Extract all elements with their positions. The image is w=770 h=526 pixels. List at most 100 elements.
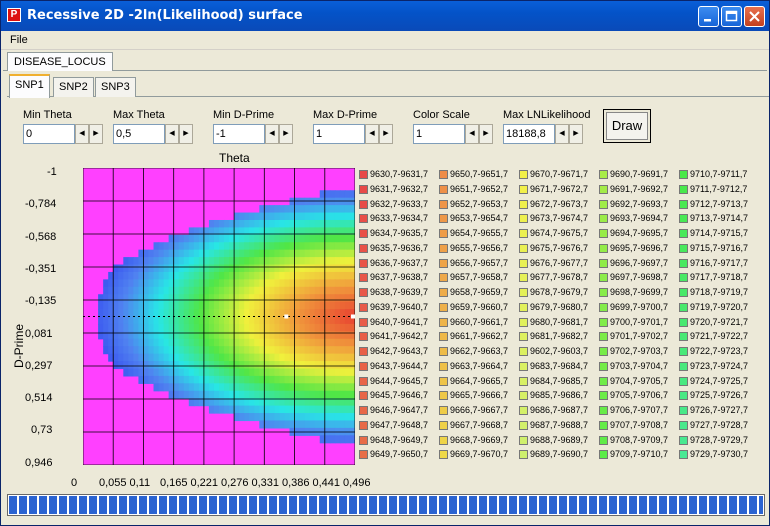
- heatmap-cell: [294, 234, 301, 243]
- heatmap-cell: [123, 338, 129, 347]
- heatmap-cell: [274, 205, 281, 214]
- heatmap-cell: [113, 279, 119, 288]
- heatmap-cell: [148, 346, 155, 355]
- max-dprime-spinner: ◀ ▶: [313, 124, 393, 144]
- max-theta-spinner: ◀ ▶: [113, 124, 193, 144]
- likelihood-heatmap[interactable]: [83, 168, 355, 465]
- title-bar[interactable]: P Recessive 2D -2ln(Likelihood) surface: [1, 1, 769, 31]
- max-theta-increment[interactable]: ▶: [179, 124, 193, 144]
- heatmap-cell: [143, 257, 150, 266]
- close-button[interactable]: [744, 6, 765, 27]
- menu-file[interactable]: File: [10, 34, 28, 46]
- max-lnlikelihood-increment[interactable]: ▶: [569, 124, 583, 144]
- menu-bar: File: [1, 31, 769, 50]
- legend-item: 9724,7-9725,7: [679, 376, 748, 387]
- tab-disease-locus[interactable]: DISEASE_LOCUS: [7, 52, 113, 71]
- heatmap-cell: [334, 375, 341, 384]
- max-theta-input[interactable]: [113, 124, 165, 144]
- heatmap-cell: [279, 234, 286, 243]
- heatmap-cell: [178, 257, 185, 266]
- heatmap-cell: [344, 301, 351, 310]
- legend-swatch: [439, 317, 448, 327]
- heatmap-cell: [249, 242, 255, 251]
- legend-item: 9632,7-9633,7: [359, 199, 428, 210]
- heatmap-cell: [133, 264, 140, 273]
- legend-swatch: [599, 332, 608, 342]
- heatmap-cell: [153, 294, 160, 303]
- heatmap-cell: [264, 219, 270, 229]
- heatmap-cell: [113, 316, 119, 325]
- heatmap-cell: [133, 309, 140, 318]
- heatmap-cell: [193, 309, 200, 318]
- heatmap-cell: [158, 323, 165, 332]
- color-scale-input[interactable]: [413, 124, 465, 144]
- tab-snp1[interactable]: SNP1: [9, 74, 50, 98]
- legend-swatch: [439, 420, 448, 430]
- color-scale-increment[interactable]: ▶: [479, 124, 493, 144]
- heatmap-cell: [264, 361, 270, 370]
- tab-snp2[interactable]: SNP2: [53, 77, 94, 97]
- heatmap-cell: [213, 331, 220, 340]
- color-scale-decrement[interactable]: ◀: [465, 124, 479, 144]
- heatmap-cell: [153, 264, 160, 273]
- min-theta-input[interactable]: [23, 124, 75, 144]
- min-dprime-increment[interactable]: ▶: [279, 124, 293, 144]
- heatmap-cell: [324, 390, 331, 399]
- heatmap-cell: [339, 294, 346, 303]
- heatmap-cell: [224, 390, 230, 399]
- min-theta-increment[interactable]: ▶: [89, 124, 103, 144]
- heatmap-cell: [254, 346, 260, 355]
- heatmap-cell: [178, 331, 185, 340]
- max-dprime-decrement[interactable]: ◀: [365, 124, 379, 144]
- heatmap-cell: [193, 338, 200, 347]
- heatmap-cell: [148, 264, 155, 273]
- heatmap-cell: [279, 249, 286, 258]
- minimize-button[interactable]: [698, 6, 719, 27]
- heatmap-cell: [329, 234, 336, 243]
- min-theta-decrement[interactable]: ◀: [75, 124, 89, 144]
- legend-label: 9632,7-9633,7: [370, 198, 429, 209]
- legend-item: 9637,7-9638,7: [359, 272, 428, 283]
- heatmap-cell: [334, 271, 341, 280]
- heatmap-cell: [193, 234, 200, 243]
- max-lnlikelihood-decrement[interactable]: ◀: [555, 124, 569, 144]
- heatmap-cell: [299, 279, 306, 288]
- min-dprime-input[interactable]: [213, 124, 265, 144]
- tab-snp3[interactable]: SNP3: [95, 77, 136, 97]
- max-lnlikelihood-input[interactable]: [503, 124, 555, 144]
- min-dprime-decrement[interactable]: ◀: [265, 124, 279, 144]
- heatmap-cell: [349, 338, 355, 347]
- legend-label: 9660,7-9661,7: [450, 316, 509, 327]
- heatmap-cell: [239, 390, 245, 399]
- heatmap-cell: [173, 338, 180, 347]
- heatmap-cell: [279, 264, 286, 273]
- max-dprime-input[interactable]: [313, 124, 365, 144]
- heatmap-cell: [284, 205, 291, 214]
- heatmap-cell: [143, 286, 150, 295]
- heatmap-cell: [254, 242, 260, 251]
- heatmap-cell: [344, 294, 351, 303]
- max-theta-decrement[interactable]: ◀: [165, 124, 179, 144]
- heatmap-cell: [274, 242, 281, 251]
- heatmap-cell: [239, 301, 245, 310]
- heatmap-cell: [193, 375, 200, 384]
- heatmap-cell: [274, 301, 281, 310]
- heatmap-cell: [173, 361, 180, 370]
- app-icon[interactable]: P: [7, 8, 21, 22]
- heatmap-cell: [279, 413, 286, 422]
- heatmap-cell: [344, 271, 351, 280]
- heatmap-cell: [269, 375, 276, 384]
- draw-button[interactable]: Draw: [603, 109, 651, 143]
- legend-item: 9634,7-9635,7: [359, 228, 428, 239]
- heatmap-cell: [284, 242, 291, 251]
- legend-swatch: [359, 450, 368, 460]
- legend-swatch: [679, 391, 688, 401]
- heatmap-cell: [158, 346, 165, 355]
- heatmap-cell: [299, 242, 306, 251]
- heatmap-cell: [274, 316, 281, 325]
- maximize-button[interactable]: [721, 6, 742, 27]
- max-dprime-increment[interactable]: ▶: [379, 124, 393, 144]
- heatmap-cell: [269, 309, 276, 318]
- heatmap-cell: [118, 264, 124, 273]
- heatmap-cell: [294, 242, 301, 251]
